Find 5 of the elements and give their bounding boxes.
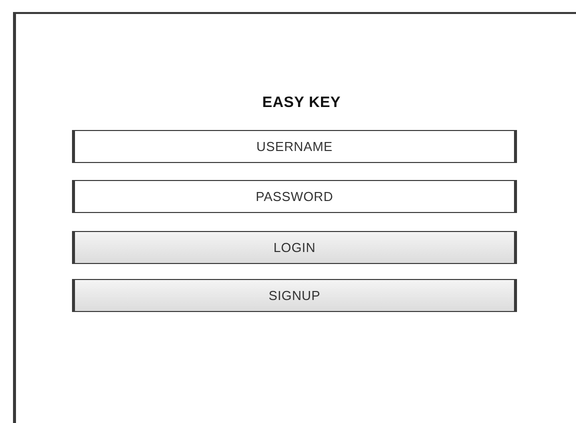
text-field[interactable]: PASSWORD (72, 180, 517, 213)
text-field[interactable]: USERNAME (72, 130, 517, 163)
form-button[interactable]: LOGIN (72, 231, 517, 264)
app-title: EASY KEY (262, 94, 341, 112)
form-button[interactable]: SIGNUP (72, 279, 517, 312)
